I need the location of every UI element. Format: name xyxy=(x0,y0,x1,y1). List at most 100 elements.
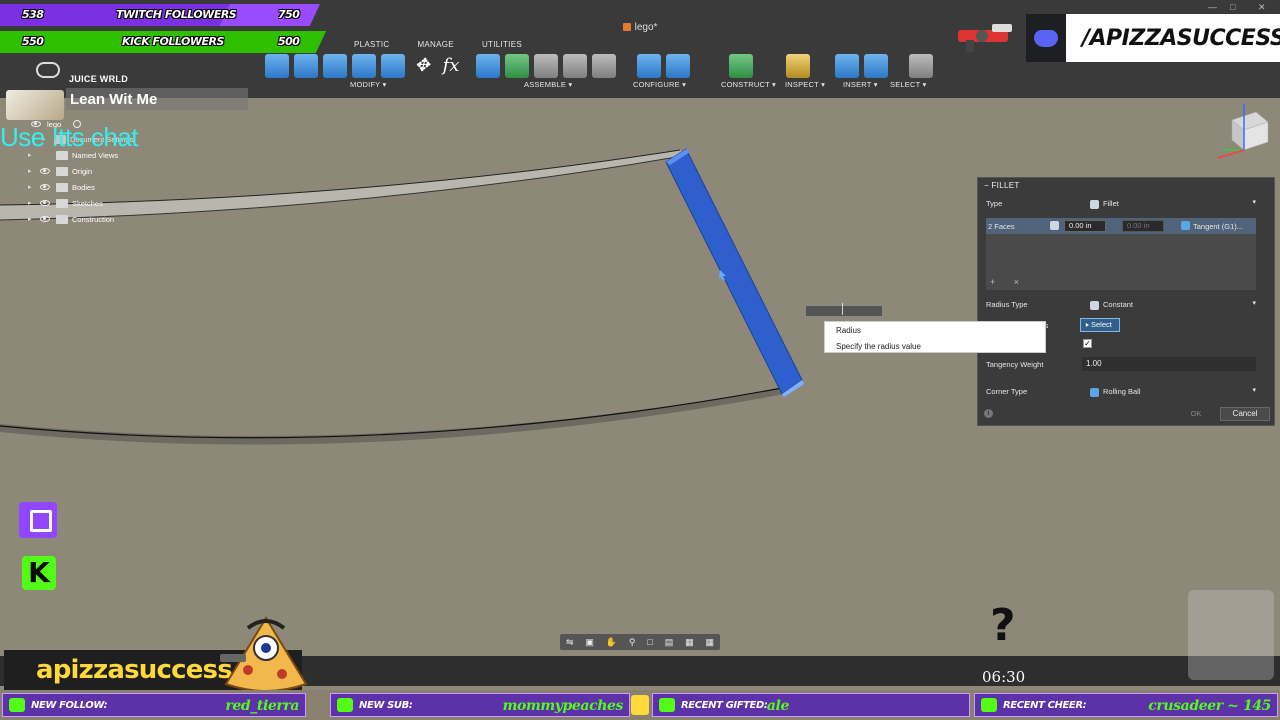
zoom-icon[interactable]: ⚲ xyxy=(629,637,636,648)
twitch-follower-goal: 750 xyxy=(278,8,300,21)
parameters-icon[interactable]: fx xyxy=(439,54,463,78)
heart-icon xyxy=(9,698,25,712)
type-label: Type xyxy=(986,199,1003,208)
visibility-eye-icon[interactable] xyxy=(40,168,50,174)
expand-chevron-icon[interactable]: ▸ xyxy=(28,183,34,191)
group-configure[interactable]: CONFIGURE xyxy=(633,80,686,89)
select-button[interactable]: Select xyxy=(1080,318,1120,332)
new-follow-value: red_tierra xyxy=(225,698,299,714)
radius-manipulator-input[interactable] xyxy=(805,304,883,317)
fit-icon[interactable]: □ xyxy=(647,637,652,647)
now-playing-song: Lean Wit Me xyxy=(70,91,158,108)
new-sub-label: NEW SUB: xyxy=(359,700,413,711)
fillet-dialog-title[interactable]: FILLET xyxy=(984,181,1020,190)
measure-icon[interactable] xyxy=(786,54,810,78)
orbit-icon[interactable]: ⇋ xyxy=(566,637,574,648)
recent-cheer-alert: RECENT CHEER: crusadeer ~ 145 xyxy=(974,693,1278,717)
tooltip-title: Radius xyxy=(836,326,861,335)
corner-type-dropdown[interactable]: Rolling Ball xyxy=(1090,387,1141,397)
group-assemble[interactable]: ASSEMBLE xyxy=(524,80,572,89)
new-follow-label: NEW FOLLOW: xyxy=(31,700,108,711)
offset-plane-icon[interactable] xyxy=(729,54,753,78)
now-playing-artist: JUICE WRLD xyxy=(69,74,128,84)
tree-item-sketches[interactable]: ▸ Sketches xyxy=(28,196,103,210)
visibility-eye-icon[interactable] xyxy=(40,184,50,190)
visibility-eye-icon[interactable] xyxy=(40,216,50,222)
tab-manage[interactable]: MANAGE xyxy=(403,38,467,51)
question-mark: ? xyxy=(990,600,1016,651)
tree-item-construction[interactable]: ▸ Construction xyxy=(28,212,114,226)
chevron-down-icon[interactable]: ▾ xyxy=(1252,299,1256,307)
chevron-down-icon[interactable]: ▾ xyxy=(1252,386,1256,394)
tab-plastic[interactable]: PLASTIC xyxy=(340,38,403,51)
star-icon xyxy=(337,698,353,712)
minimize-icon[interactable]: — xyxy=(1208,2,1217,12)
chevron-down-icon[interactable]: ▾ xyxy=(1252,198,1256,206)
tree-item-origin[interactable]: ▸ Origin xyxy=(28,164,92,178)
expand-chevron-icon[interactable]: ▸ xyxy=(28,167,34,175)
cancel-button[interactable]: Cancel xyxy=(1220,407,1270,421)
fillet-handle-icon[interactable] xyxy=(719,270,726,281)
tangent-chain-checkbox[interactable]: ✓ xyxy=(1083,339,1092,348)
type-dropdown[interactable]: Fillet xyxy=(1090,199,1119,209)
selected-face[interactable] xyxy=(665,148,803,395)
display-settings-icon[interactable]: ▤ xyxy=(665,637,674,648)
insert-image-icon[interactable] xyxy=(864,54,888,78)
joint-icon[interactable] xyxy=(505,54,529,78)
as-built-joint-icon[interactable] xyxy=(534,54,558,78)
split-body-icon[interactable] xyxy=(381,54,405,78)
expand-chevron-icon[interactable]: ▸ xyxy=(28,199,34,207)
move-icon[interactable]: ✥ xyxy=(410,54,434,78)
discord-banner: /APIZZASUCCESS xyxy=(1026,14,1280,62)
rigid-group-icon[interactable] xyxy=(592,54,616,78)
expand-chevron-icon[interactable]: ▸ xyxy=(28,215,34,223)
folder-icon xyxy=(56,198,68,208)
radius-type-label: Radius Type xyxy=(986,300,1028,309)
configure-icon[interactable] xyxy=(637,54,661,78)
twitch-icon xyxy=(19,502,57,538)
recent-gifted-value: ale xyxy=(766,698,790,714)
viewports-icon[interactable]: ▦ xyxy=(706,637,715,648)
radius-type-dropdown[interactable]: Constant xyxy=(1090,300,1133,310)
tree-item-label: Origin xyxy=(72,166,93,176)
insert-derive-icon[interactable] xyxy=(835,54,859,78)
type-row: Type Fillet ▾ xyxy=(986,197,1268,211)
press-pull-icon[interactable] xyxy=(265,54,289,78)
pan-icon[interactable]: ✋ xyxy=(606,637,617,648)
chamfer-icon[interactable] xyxy=(323,54,347,78)
grid-icon[interactable]: ▦ xyxy=(685,637,694,648)
select-icon[interactable] xyxy=(909,54,933,78)
group-modify[interactable]: MODIFY xyxy=(350,80,386,89)
info-icon[interactable]: i xyxy=(984,409,993,418)
tree-item-bodies[interactable]: ▸ Bodies xyxy=(28,180,95,194)
maximize-icon[interactable]: □ xyxy=(1230,2,1235,12)
tree-item-label: Construction xyxy=(72,214,115,224)
joint-origin-icon[interactable] xyxy=(563,54,587,78)
twitch-follower-label: TWITCH FOLLOWERS xyxy=(116,8,237,21)
radius-input[interactable]: 0.00 in xyxy=(1064,220,1106,232)
tangency-weight-input[interactable]: 1.00 xyxy=(1082,357,1256,371)
visibility-eye-icon[interactable] xyxy=(40,200,50,206)
new-component-icon[interactable] xyxy=(476,54,500,78)
continuity-value[interactable]: Tangent (G1)... xyxy=(1193,222,1243,231)
kick-follower-count: 550 xyxy=(22,35,44,48)
rolling-ball-icon xyxy=(1090,387,1099,397)
view-cube[interactable] xyxy=(1212,102,1274,162)
configure-table-icon[interactable] xyxy=(666,54,690,78)
add-remove-selection-icons[interactable]: + × xyxy=(990,277,1027,287)
group-inspect[interactable]: INSPECT xyxy=(785,80,825,89)
fillet-selection-row[interactable]: 2 Faces 0.00 in 0.00 in Tangent (G1)... xyxy=(986,218,1256,234)
fillet-type-icon xyxy=(1090,199,1099,209)
group-construct[interactable]: CONSTRUCT xyxy=(721,80,776,89)
tab-utilities[interactable]: UTILITIES xyxy=(468,38,536,51)
close-icon[interactable]: ✕ xyxy=(1258,2,1266,13)
group-select[interactable]: SELECT xyxy=(890,80,927,89)
look-at-icon[interactable]: ▣ xyxy=(585,637,594,648)
radius-secondary-input[interactable]: 0.00 in xyxy=(1122,220,1164,232)
tangency-weight-label: Tangency Weight xyxy=(986,360,1044,369)
album-art-top xyxy=(36,62,60,78)
ok-button[interactable]: OK xyxy=(1178,407,1214,421)
group-insert[interactable]: INSERT xyxy=(843,80,878,89)
shell-icon[interactable] xyxy=(352,54,376,78)
fillet-icon[interactable] xyxy=(294,54,318,78)
